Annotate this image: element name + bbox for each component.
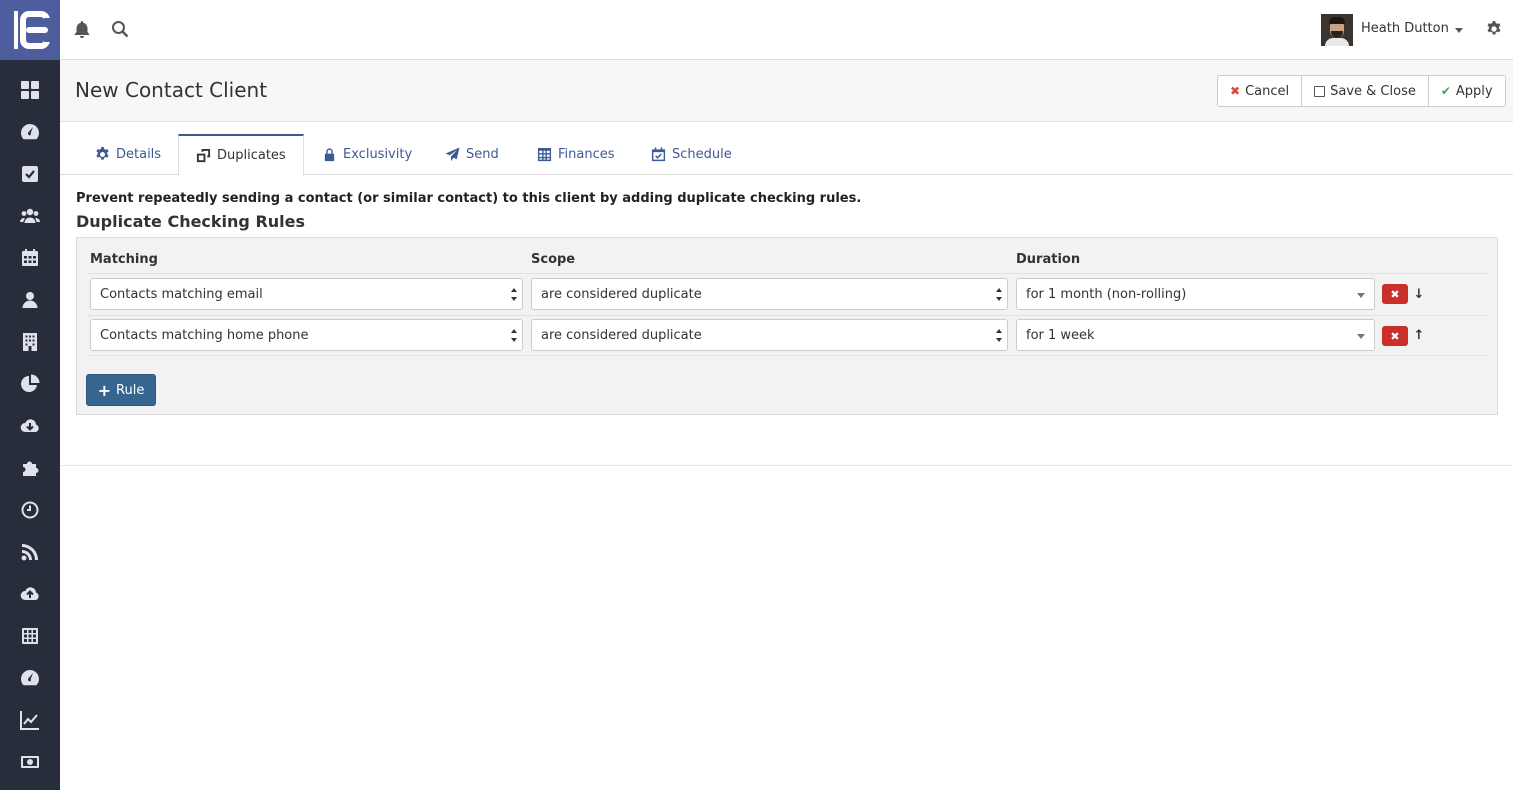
scope-select-value: are considered duplicate — [541, 327, 702, 343]
tab-send-label: Send — [466, 147, 499, 162]
search-icon[interactable] — [111, 20, 131, 40]
calendar-check-icon — [651, 147, 666, 162]
cloud-upload-icon[interactable] — [0, 574, 60, 614]
paper-plane-icon — [445, 147, 460, 162]
cancel-button[interactable]: ✖ Cancel — [1217, 75, 1303, 107]
save-close-label: Save & Close — [1330, 83, 1416, 99]
app-logo[interactable] — [0, 0, 60, 60]
tab-exclusivity-label: Exclusivity — [343, 147, 413, 162]
select-arrows-icon — [511, 288, 517, 302]
top-bar: Heath Dutton — [60, 0, 1513, 60]
page-header: New Contact Client ✖ Cancel Save & Close… — [60, 61, 1513, 122]
arrow-up-icon[interactable]: ↑ — [1413, 328, 1425, 343]
gauge-icon[interactable] — [0, 112, 60, 152]
plus-icon: + — [97, 380, 112, 400]
arrow-down-icon[interactable]: ↓ — [1413, 287, 1425, 302]
close-icon: ✖ — [1390, 329, 1400, 343]
rss-icon[interactable] — [0, 532, 60, 572]
tab-details-label: Details — [116, 147, 162, 162]
matching-select-value: Contacts matching home phone — [100, 327, 309, 343]
gauge-alt-icon[interactable] — [0, 658, 60, 698]
tab-finances[interactable]: Finances — [520, 134, 632, 175]
page-title: New Contact Client — [75, 78, 268, 102]
tab-schedule[interactable]: Schedule — [634, 134, 749, 175]
tab-send[interactable]: Send — [428, 134, 516, 175]
matching-select[interactable]: Contacts matching email — [90, 278, 523, 310]
matching-select[interactable]: Contacts matching home phone — [90, 319, 523, 351]
select-arrows-icon — [996, 288, 1002, 302]
select-arrows-icon — [511, 329, 517, 343]
add-rule-label: Rule — [116, 382, 145, 398]
table-icon — [537, 147, 552, 162]
building-icon[interactable] — [0, 322, 60, 362]
puzzle-icon[interactable] — [0, 448, 60, 488]
cloud-download-icon[interactable] — [0, 406, 60, 446]
duration-select[interactable]: for 1 month (non-rolling) — [1016, 278, 1375, 310]
column-header-duration: Duration — [1016, 252, 1081, 267]
matching-select-value: Contacts matching email — [100, 286, 263, 302]
tab-finances-label: Finances — [558, 147, 615, 162]
line-chart-icon[interactable] — [0, 700, 60, 740]
delete-rule-button[interactable]: ✖ — [1382, 326, 1408, 346]
gear-icon — [96, 147, 109, 160]
header-actions: ✖ Cancel Save & Close ✔ Apply — [1217, 75, 1506, 107]
save-close-button[interactable]: Save & Close — [1301, 75, 1429, 107]
check-icon: ✔ — [1440, 84, 1451, 98]
pie-chart-icon[interactable] — [0, 364, 60, 404]
users-icon[interactable] — [0, 196, 60, 236]
duration-select-value: for 1 month (non-rolling) — [1026, 286, 1187, 302]
tab-duplicates[interactable]: Duplicates — [178, 134, 304, 176]
clock-icon[interactable] — [0, 490, 60, 530]
chevron-down-icon — [1357, 334, 1365, 339]
divider — [87, 355, 1488, 356]
column-header-matching: Matching — [90, 252, 158, 267]
tab-bar: Details Duplicates Exclusivity Send Fina… — [60, 122, 1513, 176]
duplicates-description: Prevent repeatedly sending a contact (or… — [76, 191, 862, 206]
section-title: Duplicate Checking Rules — [76, 212, 306, 231]
sidebar — [0, 0, 60, 790]
money-icon[interactable] — [0, 742, 60, 782]
checkbox-icon[interactable] — [0, 154, 60, 194]
duration-select-value: for 1 week — [1026, 327, 1095, 343]
tab-schedule-label: Schedule — [672, 147, 732, 162]
calendar-icon[interactable] — [0, 238, 60, 278]
select-arrows-icon — [996, 329, 1002, 343]
duplicate-icon — [196, 148, 211, 163]
close-icon: ✖ — [1390, 287, 1400, 301]
lock-icon — [324, 148, 335, 162]
user-icon[interactable] — [0, 280, 60, 320]
cancel-label: Cancel — [1245, 83, 1290, 99]
chevron-down-icon[interactable] — [1455, 28, 1463, 33]
tab-duplicates-label: Duplicates — [217, 148, 286, 163]
scope-select-value: are considered duplicate — [541, 286, 702, 302]
rules-panel: Matching Scope Duration Contacts matchin… — [76, 237, 1498, 415]
duration-select[interactable]: for 1 week — [1016, 319, 1375, 351]
username[interactable]: Heath Dutton — [1361, 21, 1449, 36]
scope-select[interactable]: are considered duplicate — [531, 278, 1008, 310]
dashboard-icon[interactable] — [0, 70, 60, 110]
apply-button[interactable]: ✔ Apply — [1427, 75, 1506, 107]
calculator-icon[interactable] — [0, 616, 60, 656]
column-header-scope: Scope — [531, 252, 576, 267]
divider — [87, 273, 1488, 274]
gear-icon[interactable] — [1486, 21, 1502, 41]
tab-exclusivity[interactable]: Exclusivity — [305, 134, 429, 175]
divider — [60, 465, 1513, 466]
apply-label: Apply — [1455, 83, 1493, 99]
close-icon: ✖ — [1230, 84, 1241, 98]
delete-rule-button[interactable]: ✖ — [1382, 284, 1408, 304]
chevron-down-icon — [1357, 293, 1365, 298]
divider — [87, 315, 1488, 316]
tab-details[interactable]: Details — [78, 134, 178, 175]
avatar[interactable] — [1321, 14, 1353, 46]
save-icon — [1314, 85, 1326, 97]
bell-icon[interactable] — [73, 20, 93, 40]
add-rule-button[interactable]: + Rule — [86, 374, 156, 406]
scope-select[interactable]: are considered duplicate — [531, 319, 1008, 351]
